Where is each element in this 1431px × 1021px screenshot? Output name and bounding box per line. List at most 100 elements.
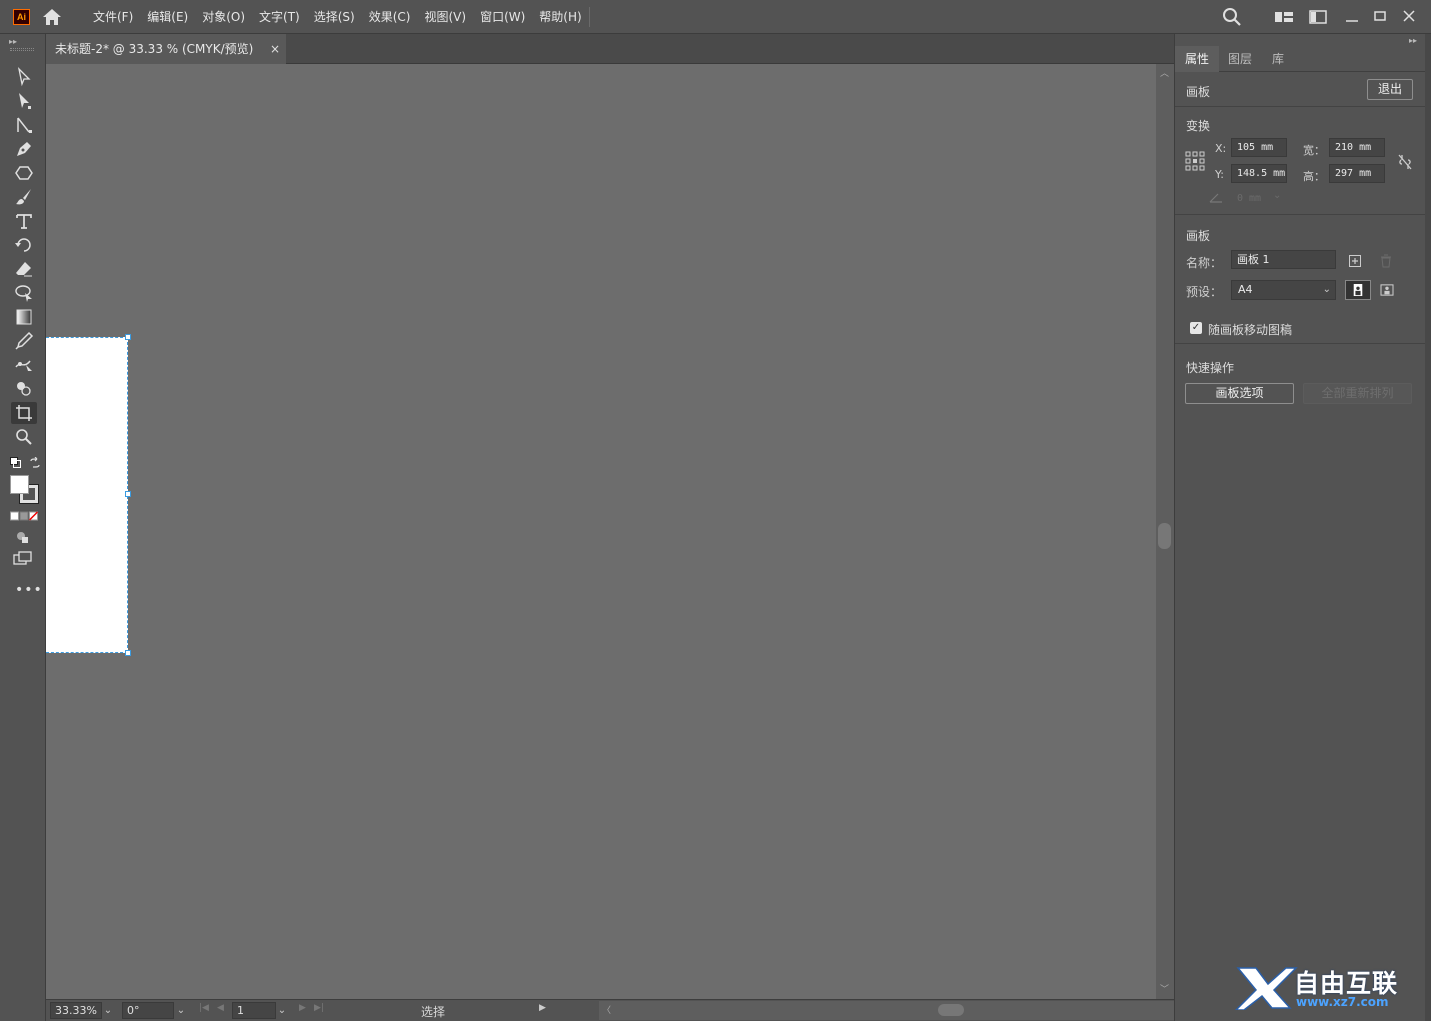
eraser-tool[interactable] bbox=[11, 258, 37, 280]
maximize-icon[interactable] bbox=[1370, 7, 1390, 27]
artboard-tool[interactable] bbox=[11, 402, 37, 424]
eyedropper-tool[interactable] bbox=[11, 330, 37, 352]
menu-edit[interactable]: 编辑(E) bbox=[140, 0, 195, 34]
zoom-level-field[interactable]: 33.33% bbox=[50, 1002, 102, 1019]
menu-window[interactable]: 窗口(W) bbox=[473, 0, 532, 34]
shape-builder-tool[interactable] bbox=[11, 378, 37, 400]
menu-select[interactable]: 选择(S) bbox=[307, 0, 362, 34]
search-icon[interactable] bbox=[1222, 7, 1242, 27]
artboard-handle-bottom-right[interactable] bbox=[125, 650, 131, 656]
paintbrush-tool[interactable] bbox=[11, 186, 37, 208]
artboard-number-dropdown-icon[interactable]: ⌄ bbox=[274, 1002, 290, 1019]
workspace-switcher-icon[interactable] bbox=[1274, 7, 1294, 27]
gradient-tool-icon bbox=[16, 309, 32, 325]
document-tab[interactable]: 未标题-2* @ 33.33 % (CMYK/预览) × bbox=[46, 34, 286, 64]
menu-bar: Ai 文件(F) 编辑(E) 对象(O) 文字(T) 选择(S) 效果(C) 视… bbox=[0, 0, 1431, 34]
artboard-handle-middle-right[interactable] bbox=[125, 491, 131, 497]
next-artboard-icon[interactable]: ▶ bbox=[299, 1003, 306, 1013]
first-artboard-icon[interactable]: |◀ bbox=[199, 1003, 209, 1013]
artboard-name-field[interactable]: 画板 1 bbox=[1231, 250, 1336, 269]
tab-layers[interactable]: 图层 bbox=[1219, 46, 1261, 72]
screen-mode-icon[interactable] bbox=[13, 550, 33, 566]
minimize-icon[interactable] bbox=[1342, 7, 1362, 27]
scroll-up-icon[interactable]: ︿ bbox=[1160, 66, 1169, 79]
type-tool-icon bbox=[16, 214, 32, 229]
horizontal-scroll-thumb[interactable] bbox=[938, 1004, 964, 1016]
artboard-handle-top-right[interactable] bbox=[125, 334, 131, 340]
selection-tool-icon bbox=[17, 67, 31, 87]
menu-view[interactable]: 视图(V) bbox=[417, 0, 473, 34]
preset-dropdown-icon: ⌄ bbox=[1322, 284, 1331, 295]
swap-fill-stroke-icon[interactable] bbox=[29, 457, 41, 469]
constrain-proportions-icon[interactable] bbox=[1397, 153, 1413, 171]
menu-file[interactable]: 文件(F) bbox=[86, 0, 140, 34]
direct-selection-tool[interactable] bbox=[11, 90, 37, 112]
home-icon[interactable] bbox=[42, 8, 62, 26]
horizontal-scrollbar[interactable]: 〈 〉 bbox=[599, 1001, 1203, 1020]
move-with-artboard-checkbox[interactable]: ✓ bbox=[1190, 322, 1202, 334]
type-tool[interactable] bbox=[11, 210, 37, 232]
rotate-tool[interactable] bbox=[11, 234, 37, 256]
selection-tool[interactable] bbox=[11, 66, 37, 88]
collapse-panel-icon[interactable]: ▸▸ bbox=[1409, 36, 1417, 45]
line-tool[interactable] bbox=[11, 114, 37, 136]
zoom-dropdown-icon[interactable]: ⌄ bbox=[100, 1002, 116, 1019]
height-field[interactable]: 297 mm bbox=[1329, 164, 1385, 183]
lasso-tool[interactable] bbox=[11, 282, 37, 304]
toolbar-grip[interactable] bbox=[10, 48, 34, 51]
scroll-left-icon[interactable]: 〈 bbox=[602, 1003, 611, 1016]
tab-libraries[interactable]: 库 bbox=[1261, 46, 1295, 72]
artboard-number-field[interactable]: 1 bbox=[232, 1002, 276, 1019]
canvas[interactable] bbox=[46, 64, 1156, 999]
document-tab-title: 未标题-2* @ 33.33 % (CMYK/预览) bbox=[55, 42, 254, 56]
tab-properties[interactable]: 属性 bbox=[1175, 46, 1219, 72]
close-window-icon[interactable] bbox=[1399, 7, 1419, 27]
last-artboard-icon[interactable]: ▶| bbox=[314, 1003, 324, 1013]
landscape-orientation-button[interactable] bbox=[1374, 280, 1400, 300]
menu-type[interactable]: 文字(T) bbox=[252, 0, 307, 34]
transform-title: 变换 bbox=[1186, 119, 1211, 133]
collapse-toolbar-icon[interactable]: ▸▸ bbox=[9, 37, 17, 46]
new-artboard-icon[interactable] bbox=[1348, 254, 1362, 268]
transform-section: 变换 X: 105 mm 宽： 210 mm Y: 148.5 mm 高： 29… bbox=[1175, 107, 1426, 215]
drawing-mode-icon[interactable] bbox=[14, 528, 32, 546]
close-document-icon[interactable]: × bbox=[270, 34, 280, 64]
x-position-field[interactable]: 105 mm bbox=[1231, 138, 1287, 157]
landscape-icon bbox=[1380, 284, 1394, 296]
polygon-tool[interactable] bbox=[11, 162, 37, 184]
width-field[interactable]: 210 mm bbox=[1329, 138, 1385, 157]
status-menu-icon[interactable]: ▶ bbox=[539, 1003, 546, 1013]
tools-panel: ▸▸ ••• bbox=[0, 34, 46, 1021]
current-tool-status[interactable]: 选择 bbox=[421, 1003, 445, 1020]
menu-object[interactable]: 对象(O) bbox=[195, 0, 252, 34]
color-mode-icons[interactable] bbox=[10, 511, 38, 521]
puppet-warp-tool[interactable] bbox=[11, 354, 37, 376]
artboard[interactable] bbox=[46, 337, 128, 653]
previous-artboard-icon[interactable]: ◀ bbox=[217, 1003, 224, 1013]
rotation-dropdown-icon[interactable]: ⌄ bbox=[173, 1002, 189, 1019]
reference-point-icon[interactable] bbox=[1185, 151, 1205, 171]
rotation-field[interactable]: 0° bbox=[122, 1002, 174, 1019]
eyedropper-tool-icon bbox=[15, 331, 34, 350]
properties-panel: ▸▸ 属性 图层 库 画板 退出 变换 X: 105 mm 宽： 210 mm … bbox=[1174, 34, 1426, 1021]
gradient-tool[interactable] bbox=[11, 306, 37, 328]
preset-label: 预设： bbox=[1186, 285, 1223, 299]
artboard-options-button[interactable]: 画板选项 bbox=[1185, 383, 1294, 404]
lasso-tool-icon bbox=[15, 285, 32, 302]
vertical-scroll-thumb[interactable] bbox=[1158, 523, 1171, 549]
menu-effect[interactable]: 效果(C) bbox=[362, 0, 418, 34]
exit-artboard-button[interactable]: 退出 bbox=[1367, 79, 1413, 100]
portrait-orientation-button[interactable] bbox=[1345, 280, 1371, 300]
vertical-scrollbar[interactable]: ︿ ﹀ bbox=[1156, 64, 1174, 999]
menu-help[interactable]: 帮助(H) bbox=[532, 0, 588, 34]
y-position-field[interactable]: 148.5 mm bbox=[1231, 164, 1287, 183]
more-tools-icon[interactable]: ••• bbox=[15, 582, 43, 598]
scroll-down-icon[interactable]: ﹀ bbox=[1160, 982, 1169, 995]
pen-tool[interactable] bbox=[11, 138, 37, 160]
arrange-documents-icon[interactable] bbox=[1308, 7, 1328, 27]
preset-select[interactable]: A4 ⌄ bbox=[1231, 280, 1336, 300]
y-label: Y: bbox=[1215, 168, 1224, 181]
default-fill-stroke-icon[interactable] bbox=[10, 457, 21, 468]
fill-swatch[interactable] bbox=[10, 475, 29, 494]
zoom-tool[interactable] bbox=[11, 426, 37, 448]
